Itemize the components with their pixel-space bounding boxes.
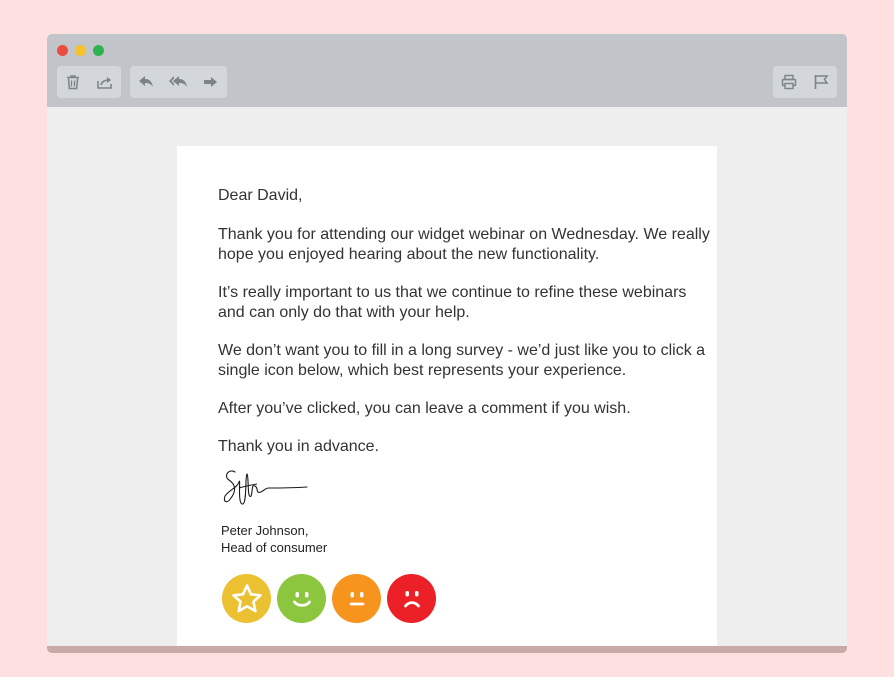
rating-poor-button[interactable]: [387, 574, 436, 623]
trash-icon: [67, 75, 79, 90]
email-paragraph: Thank you for attending our widget webin…: [218, 226, 710, 263]
rating-excellent-button[interactable]: [222, 574, 271, 623]
handwritten-signature: [223, 470, 308, 505]
share-icon: [97, 77, 112, 89]
forward-icon: [204, 77, 217, 87]
toolbar-group-manage: [57, 66, 121, 98]
email-window: Dear David, Thank you for attending our …: [47, 34, 847, 646]
happy-face-icon: [292, 591, 311, 607]
delete-button[interactable]: [57, 66, 89, 98]
flag-button[interactable]: [805, 66, 837, 98]
email-body: Dear David, Thank you for attending our …: [177, 146, 717, 646]
flag-icon: [814, 75, 829, 89]
signer-block: Peter Johnson, Head of consumer: [221, 522, 327, 556]
rating-icons: [222, 574, 436, 623]
rating-good-button[interactable]: [277, 574, 326, 623]
print-button[interactable]: [773, 66, 805, 98]
star-icon: [231, 583, 262, 612]
sad-face-icon: [403, 590, 420, 607]
reply-all-button[interactable]: [162, 66, 194, 98]
minimize-window-button[interactable]: [75, 45, 86, 56]
close-window-button[interactable]: [57, 45, 68, 56]
rating-neutral-button[interactable]: [332, 574, 381, 623]
forward-button[interactable]: [194, 66, 226, 98]
signer-title: Head of consumer: [221, 540, 328, 555]
reply-icon: [139, 76, 153, 87]
email-paragraph: After you’ve clicked, you can leave a co…: [218, 400, 631, 417]
email-paragraph: We don’t want you to fill in a long surv…: [218, 342, 706, 379]
email-greeting: Dear David,: [218, 187, 303, 204]
email-paragraph: It’s really important to us that we cont…: [218, 284, 687, 321]
neutral-face-icon: [349, 591, 364, 605]
share-button[interactable]: [89, 66, 121, 98]
toolbar-group-respond: [130, 66, 227, 98]
print-icon: [781, 74, 797, 90]
email-closing: Thank you in advance.: [218, 438, 379, 455]
reply-all-icon: [169, 76, 187, 87]
reply-button[interactable]: [130, 66, 162, 98]
signer-name: Peter Johnson,: [221, 523, 309, 538]
window-titlebar: [47, 34, 847, 107]
maximize-window-button[interactable]: [93, 45, 104, 56]
toolbar-group-extra: [773, 66, 837, 98]
